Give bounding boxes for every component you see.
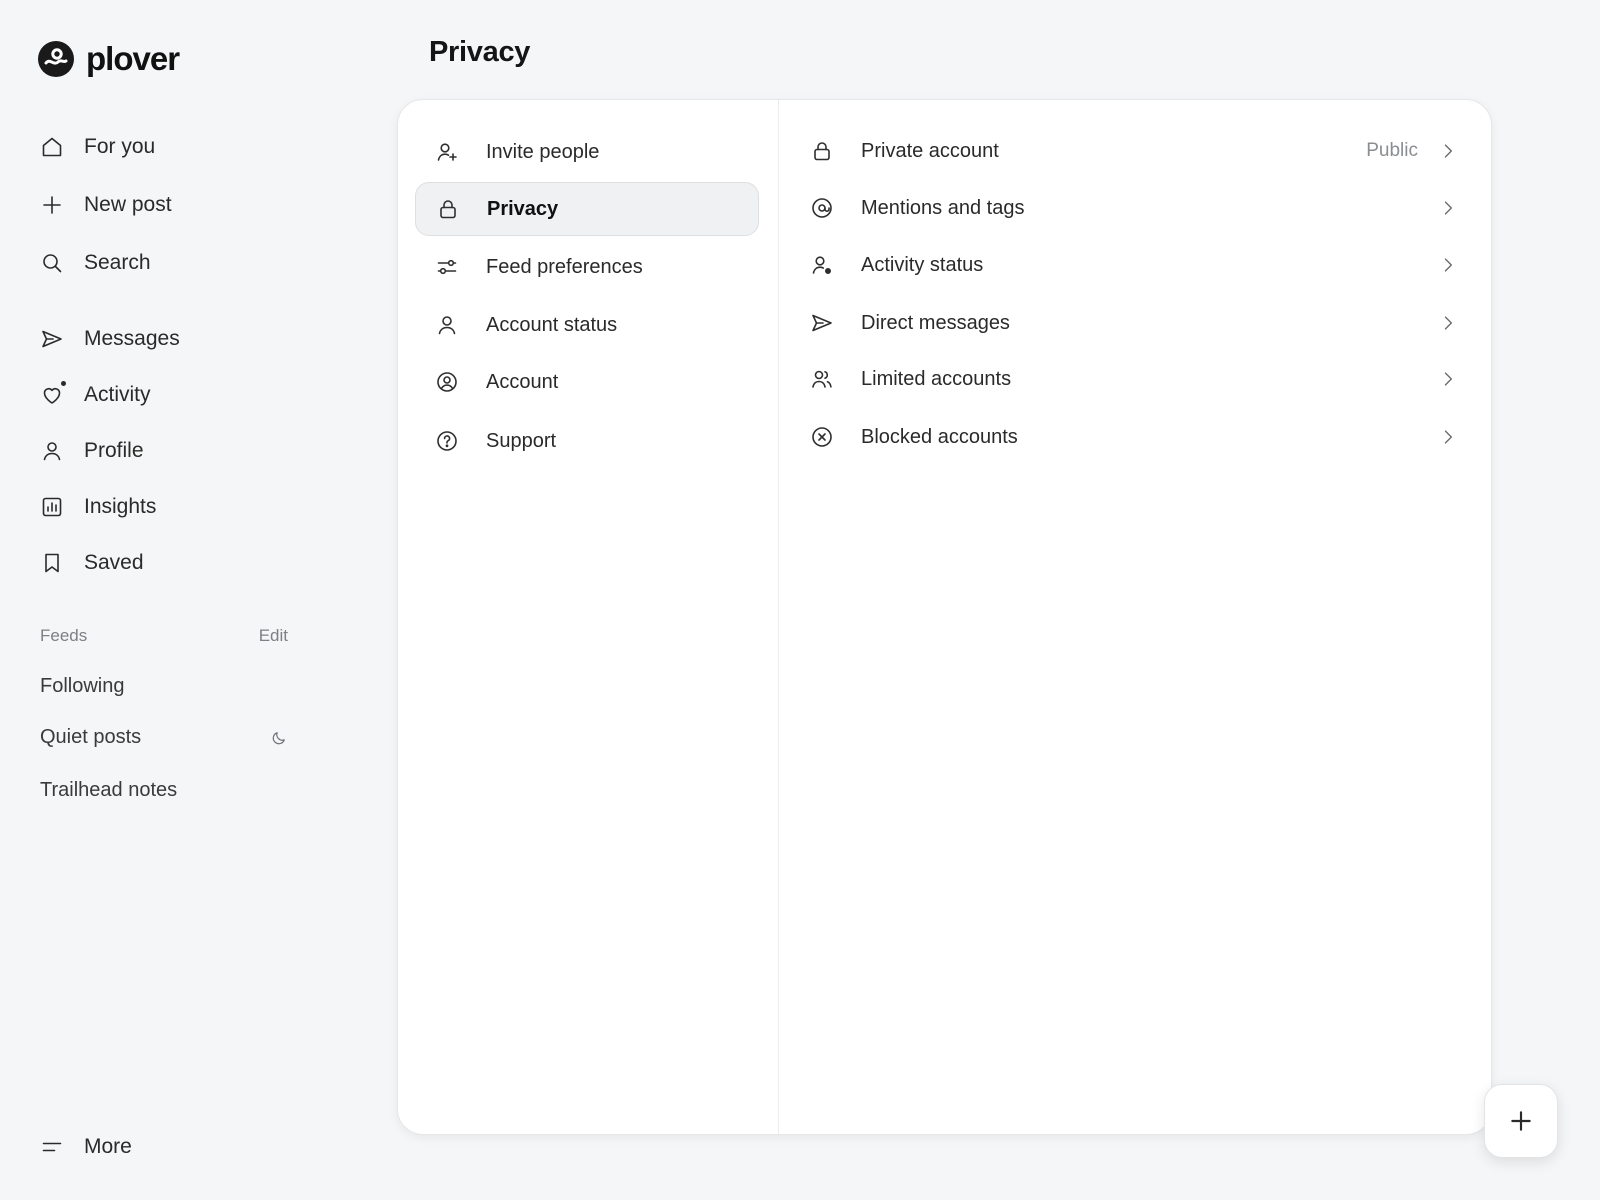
nav-new-post[interactable]: New post [40, 187, 172, 223]
feeds-header: Feeds Edit [40, 626, 288, 646]
column-divider [778, 100, 779, 1134]
account-circle-icon [435, 370, 459, 394]
feeds-heading: Feeds [40, 626, 88, 645]
nav-label: For you [84, 135, 156, 158]
app-logo[interactable]: plover [38, 40, 180, 78]
settings-label: Support [486, 429, 557, 452]
at-icon [810, 196, 834, 220]
lock-icon [436, 197, 460, 221]
person-icon [40, 439, 64, 463]
chart-icon [40, 495, 64, 519]
chevron-right-icon [1438, 427, 1458, 447]
privacy-option-label: Blocked accounts [861, 425, 1018, 448]
nav-for-you[interactable]: For you [40, 129, 155, 165]
settings-account[interactable]: Account [415, 355, 759, 409]
menu-icon [40, 1135, 64, 1159]
privacy-option-label: Limited accounts [861, 367, 1012, 390]
person-status-icon [810, 253, 834, 277]
send-icon [40, 327, 64, 351]
search-icon [40, 251, 64, 275]
nav-label: More [84, 1135, 132, 1158]
notification-dot [61, 381, 66, 386]
feed-label: Trailhead notes [40, 779, 178, 801]
settings-label: Privacy [487, 197, 559, 220]
privacy-option-label: Activity status [861, 253, 984, 276]
nav-label: Profile [84, 439, 144, 462]
privacy-limited-accounts[interactable]: Limited accounts [810, 356, 1458, 402]
bookmark-icon [40, 551, 64, 575]
settings-label: Account status [486, 313, 618, 336]
feed-quiet-posts[interactable]: Quiet posts [40, 726, 288, 749]
nav-label: Activity [84, 383, 151, 406]
nav-profile[interactable]: Profile [40, 433, 144, 469]
feed-following[interactable]: Following [40, 675, 288, 698]
settings-card: Invite people Privacy Feed preferences A… [397, 99, 1492, 1135]
settings-invite-people[interactable]: Invite people [415, 125, 759, 179]
home-icon [40, 135, 64, 159]
settings-label: Feed preferences [486, 255, 643, 278]
privacy-option-label: Direct messages [861, 311, 1010, 334]
people-icon [810, 367, 834, 391]
privacy-option-label: Mentions and tags [861, 196, 1025, 219]
privacy-direct-messages[interactable]: Direct messages [810, 300, 1458, 346]
feeds-edit-button[interactable]: Edit [259, 626, 288, 646]
nav-more[interactable]: More [40, 1129, 132, 1165]
nav-activity[interactable]: Activity [40, 377, 151, 413]
privacy-mentions-and-tags[interactable]: Mentions and tags [810, 185, 1458, 231]
chevron-right-icon [1438, 369, 1458, 389]
blocked-icon [810, 425, 834, 449]
chevron-right-icon [1438, 141, 1458, 161]
nav-insights[interactable]: Insights [40, 489, 156, 525]
nav-saved[interactable]: Saved [40, 545, 144, 581]
new-post-fab[interactable] [1484, 1084, 1558, 1158]
nav-label: Messages [84, 327, 180, 350]
feed-label: Following [40, 675, 125, 697]
nav-label: New post [84, 193, 172, 216]
nav-messages[interactable]: Messages [40, 321, 180, 357]
settings-support[interactable]: Support [415, 414, 759, 468]
privacy-private-account[interactable]: Private account Public [810, 128, 1458, 174]
privacy-option-value: Public [1366, 140, 1418, 161]
settings-privacy[interactable]: Privacy [415, 182, 759, 236]
privacy-blocked-accounts[interactable]: Blocked accounts [810, 414, 1458, 460]
chevron-right-icon [1438, 313, 1458, 333]
plus-icon [40, 193, 64, 217]
plus-icon [1508, 1108, 1534, 1134]
settings-label: Invite people [486, 140, 600, 163]
lock-icon [810, 139, 834, 163]
feed-trailhead-notes[interactable]: Trailhead notes [40, 779, 288, 802]
logo-icon [38, 41, 74, 77]
chevron-right-icon [1438, 255, 1458, 275]
page-title: Privacy [429, 36, 531, 68]
settings-feed-preferences[interactable]: Feed preferences [415, 240, 759, 294]
nav-label: Search [84, 251, 151, 274]
privacy-activity-status[interactable]: Activity status [810, 242, 1458, 288]
feed-label: Quiet posts [40, 726, 142, 748]
nav-search[interactable]: Search [40, 245, 151, 281]
send-icon [810, 311, 834, 335]
settings-label: Account [486, 370, 559, 393]
help-icon [435, 429, 459, 453]
nav-label: Insights [84, 495, 157, 518]
app-name: plover [86, 40, 180, 77]
person-icon [435, 313, 459, 337]
settings-account-status[interactable]: Account status [415, 298, 759, 352]
moon-icon [270, 729, 288, 747]
sliders-icon [435, 255, 459, 279]
person-add-icon [435, 140, 459, 164]
nav-label: Saved [84, 551, 144, 574]
chevron-right-icon [1438, 198, 1458, 218]
privacy-option-label: Private account [861, 139, 999, 162]
heart-icon [40, 381, 66, 407]
